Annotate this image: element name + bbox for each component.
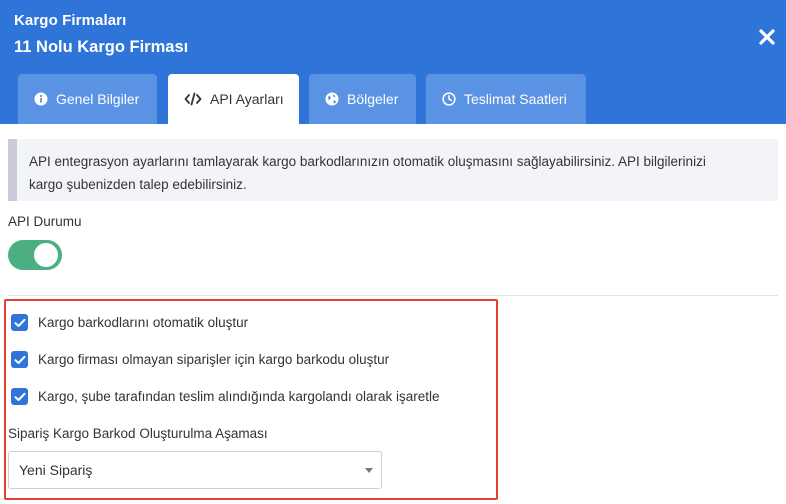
code-icon <box>184 92 202 106</box>
tab-bolgeler[interactable]: Bölgeler <box>309 74 416 124</box>
tab-label: Genel Bilgiler <box>56 91 140 107</box>
tab-api-ayarlari[interactable]: API Ayarları <box>168 74 299 124</box>
checkbox-checked-icon[interactable] <box>11 314 28 331</box>
modal-subtitle: 11 Nolu Kargo Firması <box>14 38 189 56</box>
caret-down-icon <box>365 468 373 473</box>
tab-label: Teslimat Saatleri <box>464 91 567 107</box>
stage-select-label: Sipariş Kargo Barkod Oluşturulma Aşaması <box>8 426 268 441</box>
tab-label: Bölgeler <box>347 91 399 107</box>
stage-select-value: Yeni Sipariş <box>19 462 93 478</box>
info-text-line: API entegrasyon ayarlarını tamlayarak ka… <box>29 154 706 169</box>
option-label: Kargo barkodlarını otomatik oluştur <box>38 315 249 330</box>
checkbox-checked-icon[interactable] <box>11 351 28 368</box>
stage-select[interactable]: Yeni Sipariş <box>8 451 382 489</box>
close-icon[interactable] <box>757 27 777 47</box>
info-notice: API entegrasyon ayarlarını tamlayarak ka… <box>8 139 778 201</box>
globe-icon <box>325 92 339 106</box>
api-status-label: API Durumu <box>8 214 82 229</box>
option-label: Kargo, şube tarafından teslim alındığınd… <box>38 389 440 404</box>
section-divider <box>8 295 778 296</box>
modal-header: Kargo Firmaları 11 Nolu Kargo Firması Ge… <box>0 0 786 124</box>
tab-label: API Ayarları <box>210 91 284 107</box>
info-text-line: kargo şubenizden talep edebilirsiniz. <box>29 177 247 192</box>
api-status-toggle[interactable] <box>8 240 62 270</box>
modal-title: Kargo Firmaları <box>14 12 127 29</box>
tab-teslimat-saatleri[interactable]: Teslimat Saatleri <box>426 74 586 124</box>
clock-icon <box>442 92 456 106</box>
toggle-knob <box>34 243 58 267</box>
option-barcode-without-carrier: Kargo firması olmayan siparişler için ka… <box>11 351 389 368</box>
option-mark-shipped: Kargo, şube tarafından teslim alındığınd… <box>11 388 440 405</box>
option-auto-barcode: Kargo barkodlarını otomatik oluştur <box>11 314 248 331</box>
info-circle-icon <box>34 92 48 106</box>
tab-genel-bilgiler[interactable]: Genel Bilgiler <box>18 74 157 124</box>
checkbox-checked-icon[interactable] <box>11 388 28 405</box>
option-label: Kargo firması olmayan siparişler için ka… <box>38 352 390 367</box>
